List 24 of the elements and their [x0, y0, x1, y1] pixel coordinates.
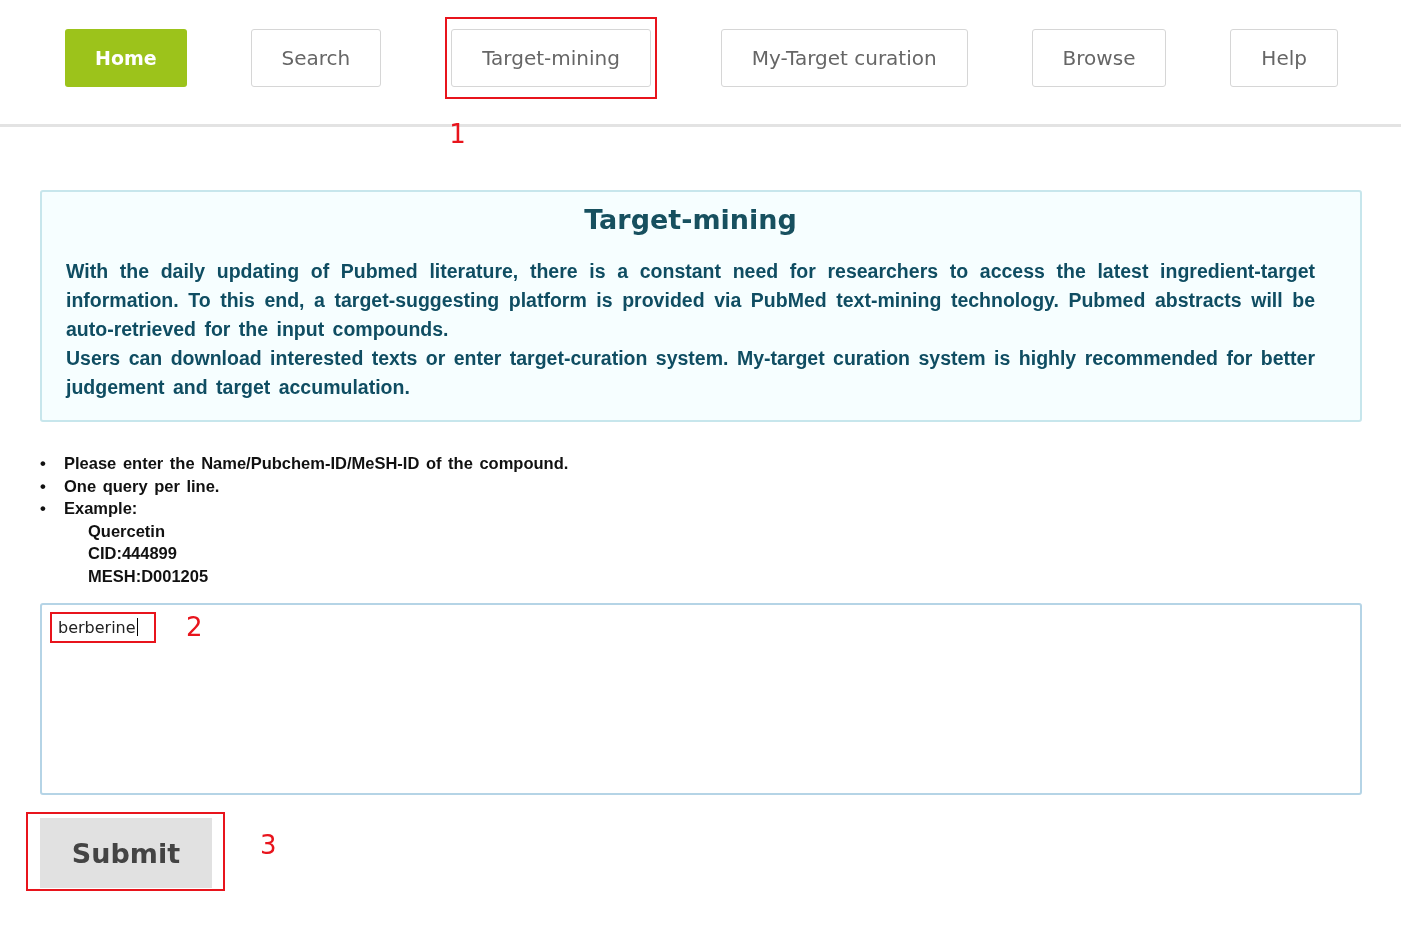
list-bullet: • [40, 498, 47, 519]
query-value: berberine [58, 618, 136, 637]
text-cursor [136, 618, 138, 636]
annotation-number: 1 [449, 119, 466, 149]
panel-paragraph: With the daily updating of Pubmed literature, there is a constant need for researchers to access the latest ingredient-target information. To this end, a target-suggesting platform is provided via PubMed text-mining technology. Pubmed abstracts will be auto-retrieved for the input compounds. [66, 259, 1315, 342]
nav-tab[interactable]: Search [250, 29, 382, 87]
list-bullet: • [40, 475, 47, 497]
instruction-item: Example: [64, 498, 138, 519]
annotation-number: 3 [260, 830, 277, 860]
query-field[interactable]: berberine 2 [40, 603, 1362, 795]
annotation-number: 2 [186, 612, 203, 642]
example-text: CID:444899 [87, 543, 178, 564]
nav-tab[interactable]: My-Target curation [720, 29, 968, 87]
submit-button[interactable]: Submit [40, 818, 212, 888]
nav-tab[interactable]: Help [1230, 29, 1338, 87]
panel-title: Target-mining [583, 204, 798, 235]
nav-tab[interactable]: Target-mining [451, 29, 651, 87]
instruction-item: Please enter the Name/Pubchem-ID/MeSH-ID of the compound. [64, 453, 569, 474]
list-bullet: • [40, 453, 47, 474]
instruction-item: One query per line. [64, 475, 220, 497]
nav-tab[interactable]: Browse [1031, 29, 1167, 87]
panel-paragraph: Users can download interested texts or enter target-curation system. My-target curation system is highly recommended for better judgement and target accumulation. [66, 346, 1315, 400]
example-text: Quercetin [87, 520, 167, 542]
example-text: MESH:D001205 [87, 565, 210, 587]
